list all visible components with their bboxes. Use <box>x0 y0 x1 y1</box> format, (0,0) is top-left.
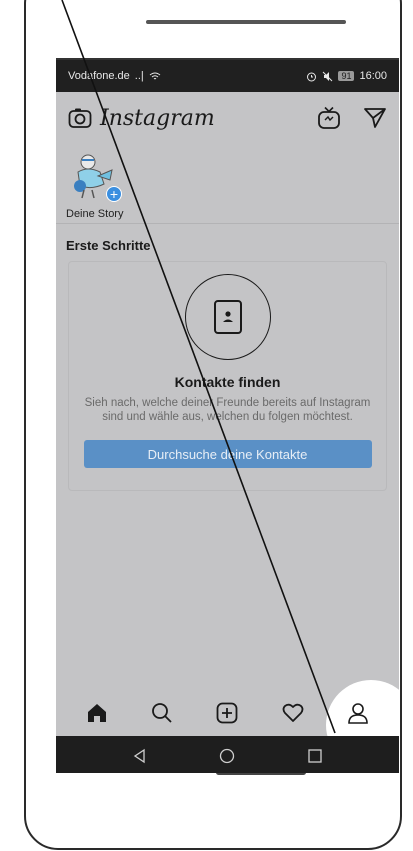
alarm-icon <box>307 72 317 81</box>
carrier-label: Vodafone.de <box>68 70 130 82</box>
find-contacts-card: Kontakte finden Sieh nach, welche deiner… <box>68 261 387 491</box>
story-label: Deine Story <box>66 208 124 220</box>
card-title: Kontakte finden <box>174 374 281 390</box>
search-icon <box>152 703 172 723</box>
tab-profile[interactable] <box>338 693 378 733</box>
contact-book-icon <box>213 300 242 334</box>
app-header: Instagram <box>56 92 399 144</box>
bottom-tab-bar <box>56 690 399 736</box>
instagram-logo: Instagram <box>100 105 215 131</box>
section-title: Erste Schritte <box>66 238 151 253</box>
earpiece <box>146 20 346 24</box>
phone-screen: Vodafone.de ..| 91 16:00 Instagram + Dei… <box>56 58 399 773</box>
signal-icon: ..| <box>134 70 144 82</box>
battery-indicator: 91 <box>338 71 355 81</box>
activity-icon <box>282 703 304 722</box>
wifi-icon <box>149 72 161 80</box>
new-post-icon <box>217 702 238 724</box>
direct-message-icon[interactable] <box>363 107 387 129</box>
story-avatar: + <box>66 150 122 204</box>
clock: 16:00 <box>359 70 387 82</box>
camera-icon[interactable] <box>68 107 92 129</box>
tab-home[interactable] <box>77 693 117 733</box>
tab-activity[interactable] <box>273 693 313 733</box>
tab-search[interactable] <box>142 693 182 733</box>
tab-new-post[interactable] <box>207 693 247 733</box>
story-item-own[interactable]: + Deine Story <box>66 150 134 220</box>
status-bar: Vodafone.de ..| 91 16:00 <box>56 60 399 92</box>
home-icon <box>87 704 106 722</box>
mute-icon <box>323 71 333 81</box>
recents-icon[interactable] <box>307 748 323 764</box>
search-contacts-button[interactable]: Durchsuche deine Kontakte <box>83 440 372 468</box>
android-nav-bar <box>56 736 399 773</box>
home-circle-icon[interactable] <box>219 748 235 764</box>
profile-icon <box>348 703 369 724</box>
card-description: Sieh nach, welche deiner Freunde bereits… <box>84 397 371 423</box>
igtv-icon[interactable] <box>317 106 341 130</box>
add-story-icon[interactable]: + <box>106 186 122 202</box>
stories-tray: + Deine Story <box>56 144 399 224</box>
contact-icon-circle <box>184 274 271 360</box>
back-icon[interactable] <box>132 748 148 764</box>
